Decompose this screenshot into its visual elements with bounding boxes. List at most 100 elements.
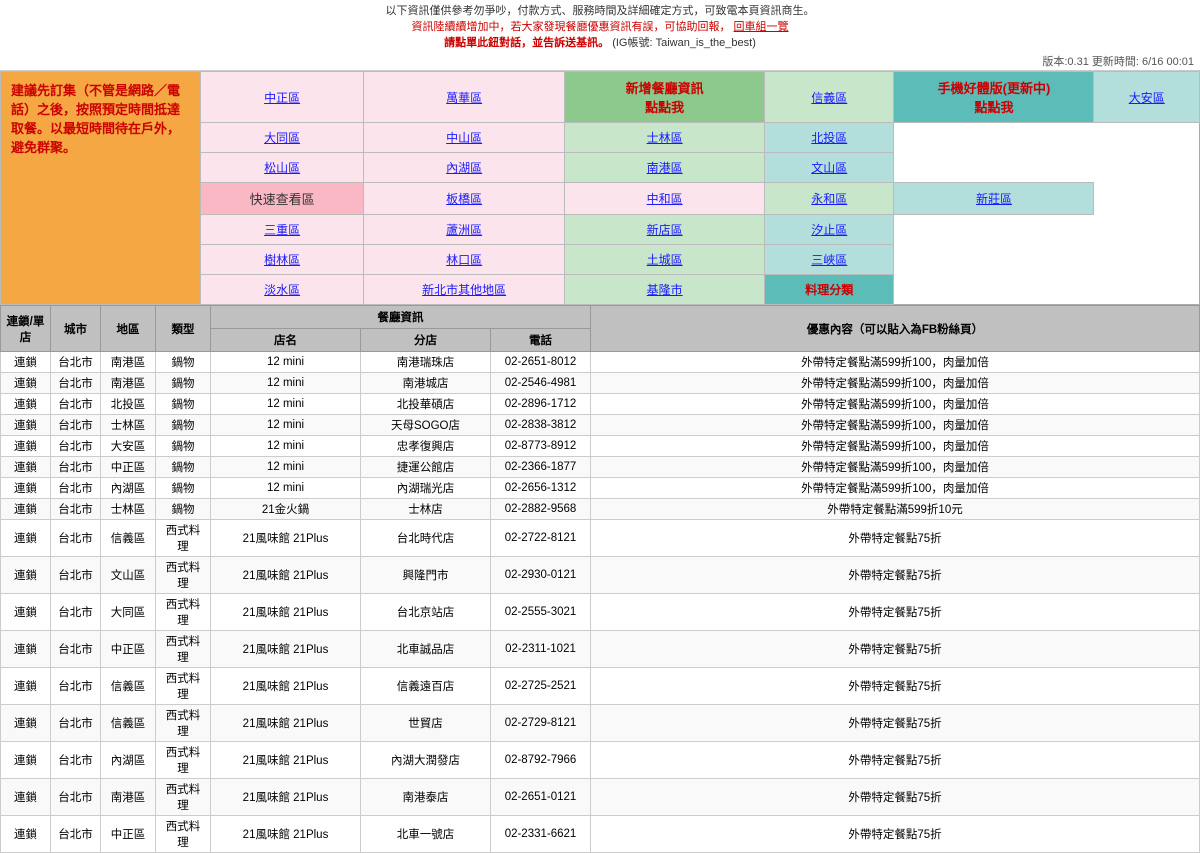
notice-highlight: 請點單此鈕對話，並告訴送基訊。 bbox=[444, 37, 609, 49]
table-cell-12-3: 西式料理 bbox=[156, 668, 211, 705]
table-cell-1-3: 鍋物 bbox=[156, 373, 211, 394]
table-row: 連鎖台北市信義區西式料理21風味館 21Plus台北時代店02-2722-812… bbox=[1, 520, 1200, 557]
nav-item-xinyi[interactable]: 信義區 bbox=[765, 72, 894, 123]
table-cell-16-1: 台北市 bbox=[51, 816, 101, 853]
table-cell-15-5: 南港泰店 bbox=[361, 779, 491, 816]
quick-area-label: 快速查看區 bbox=[201, 183, 364, 215]
header-restaurant-info: 餐廳資訊 bbox=[211, 306, 591, 329]
table-row: 連鎖台北市內湖區西式料理21風味館 21Plus內湖大潤發店02-8792-79… bbox=[1, 742, 1200, 779]
table-row: 連鎖台北市大同區西式料理21風味館 21Plus台北京站店02-2555-302… bbox=[1, 594, 1200, 631]
nav-item-cuisine[interactable]: 料理分類 bbox=[765, 275, 894, 305]
table-row: 連鎖台北市南港區鍋物12 mini南港城店02-2546-4981外帶特定餐點滿… bbox=[1, 373, 1200, 394]
version-bar: 版本:0.31 更新時間: 6/16 00:01 bbox=[0, 52, 1200, 71]
table-body: 連鎖台北市南港區鍋物12 mini南港瑞珠店02-2651-8012外帶特定餐點… bbox=[1, 352, 1200, 853]
nav-item-zhongshan[interactable]: 中山區 bbox=[364, 123, 565, 153]
table-cell-3-0: 連鎖 bbox=[1, 415, 51, 436]
nav-item-zhonghe[interactable]: 中和區 bbox=[565, 183, 765, 215]
table-cell-5-3: 鍋物 bbox=[156, 457, 211, 478]
table-cell-0-3: 鍋物 bbox=[156, 352, 211, 373]
table-cell-4-3: 鍋物 bbox=[156, 436, 211, 457]
nav-item-beitou[interactable]: 北投區 bbox=[765, 123, 894, 153]
table-row: 連鎖台北市士林區鍋物21金火鍋士林店02-2882-9568外帶特定餐點滿599… bbox=[1, 499, 1200, 520]
table-cell-16-0: 連鎖 bbox=[1, 816, 51, 853]
notice-line1: 以下資訊僅供參考勿爭吵，付款方式、服務時間及詳細確定方式，可致電本頁資訊商生。 bbox=[4, 2, 1196, 18]
nav-item-wanhua[interactable]: 萬華區 bbox=[364, 72, 565, 123]
nav-item-xinzhuang[interactable]: 新莊區 bbox=[894, 183, 1094, 215]
table-cell-16-3: 西式料理 bbox=[156, 816, 211, 853]
table-cell-13-1: 台北市 bbox=[51, 705, 101, 742]
table-cell-10-2: 大同區 bbox=[101, 594, 156, 631]
table-cell-10-1: 台北市 bbox=[51, 594, 101, 631]
nav-item-xinbei-other[interactable]: 新北市其他地區 bbox=[364, 275, 565, 305]
table-cell-13-5: 世貿店 bbox=[361, 705, 491, 742]
nav-header-col3[interactable]: 手機好體版(更新中)點點我 bbox=[894, 72, 1094, 123]
nav-item-xindian[interactable]: 新店區 bbox=[565, 215, 765, 245]
table-row: 連鎖台北市信義區西式料理21風味館 21Plus世貿店02-2729-8121外… bbox=[1, 705, 1200, 742]
table-cell-4-1: 台北市 bbox=[51, 436, 101, 457]
table-cell-8-2: 信義區 bbox=[101, 520, 156, 557]
table-row: 連鎖台北市信義區西式料理21風味館 21Plus信義遠百店02-2725-252… bbox=[1, 668, 1200, 705]
nav-item-wenshan[interactable]: 文山區 bbox=[765, 153, 894, 183]
table-cell-8-3: 西式料理 bbox=[156, 520, 211, 557]
notice-sub: (IG帳號: Taiwan_is_the_best) bbox=[612, 37, 756, 49]
nav-item-yonghe[interactable]: 永和區 bbox=[765, 183, 894, 215]
notice-line2-link[interactable]: 回車組一覽 bbox=[734, 21, 789, 33]
table-cell-1-5: 南港城店 bbox=[361, 373, 491, 394]
header-name: 店名 bbox=[211, 329, 361, 352]
table-cell-6-6: 02-2656-1312 bbox=[491, 478, 591, 499]
nav-header-col2[interactable]: 新增餐廳資訊點點我 bbox=[565, 72, 765, 123]
table-cell-12-5: 信義遠百店 bbox=[361, 668, 491, 705]
nav-item-danshui[interactable]: 淡水區 bbox=[201, 275, 364, 305]
table-cell-12-0: 連鎖 bbox=[1, 668, 51, 705]
nav-header-col1-text: 建議先訂集（不管是網路／電話）之後，按照預定時間抵達取餐。以最短時間待在戶外，避… bbox=[11, 83, 180, 155]
nav-item-banqiao[interactable]: 板橋區 bbox=[364, 183, 565, 215]
nav-item-sanxia[interactable]: 三峽區 bbox=[765, 245, 894, 275]
table-cell-14-6: 02-8792-7966 bbox=[491, 742, 591, 779]
table-cell-5-5: 捷運公館店 bbox=[361, 457, 491, 478]
table-cell-6-0: 連鎖 bbox=[1, 478, 51, 499]
nav-item-jilong[interactable]: 基隆市 bbox=[565, 275, 765, 305]
nav-item-shilin[interactable]: 士林區 bbox=[565, 123, 765, 153]
nav-item-luzhou[interactable]: 蘆洲區 bbox=[364, 215, 565, 245]
table-section: 連鎖/單店 城市 地區 類型 餐廳資訊 優惠內容（可以貼入為FB粉絲頁） 店名 … bbox=[0, 305, 1200, 853]
table-cell-11-1: 台北市 bbox=[51, 631, 101, 668]
nav-item-shulin[interactable]: 樹林區 bbox=[201, 245, 364, 275]
table-cell-7-3: 鍋物 bbox=[156, 499, 211, 520]
nav-item-datong[interactable]: 大同區 bbox=[201, 123, 364, 153]
table-cell-9-7: 外帶特定餐點75折 bbox=[591, 557, 1200, 594]
nav-item-xizhi[interactable]: 汐止區 bbox=[765, 215, 894, 245]
table-cell-1-7: 外帶特定餐點滿599折100，肉量加倍 bbox=[591, 373, 1200, 394]
nav-item-neihu[interactable]: 內湖區 bbox=[364, 153, 565, 183]
table-cell-0-2: 南港區 bbox=[101, 352, 156, 373]
table-cell-7-6: 02-2882-9568 bbox=[491, 499, 591, 520]
table-cell-12-7: 外帶特定餐點75折 bbox=[591, 668, 1200, 705]
nav-item-sanchong[interactable]: 三重區 bbox=[201, 215, 364, 245]
nav-item-zhongzheng[interactable]: 中正區 bbox=[201, 72, 364, 123]
header-type: 類型 bbox=[156, 306, 211, 352]
table-cell-11-4: 21風味館 21Plus bbox=[211, 631, 361, 668]
table-cell-2-0: 連鎖 bbox=[1, 394, 51, 415]
table-cell-2-6: 02-2896-1712 bbox=[491, 394, 591, 415]
table-row: 連鎖台北市文山區西式料理21風味館 21Plus興隆門市02-2930-0121… bbox=[1, 557, 1200, 594]
table-cell-12-6: 02-2725-2521 bbox=[491, 668, 591, 705]
table-cell-14-2: 內湖區 bbox=[101, 742, 156, 779]
table-cell-4-0: 連鎖 bbox=[1, 436, 51, 457]
nav-table: 建議先訂集（不管是網路／電話）之後，按照預定時間抵達取餐。以最短時間待在戶外，避… bbox=[0, 71, 1200, 305]
nav-item-linkou[interactable]: 林口區 bbox=[364, 245, 565, 275]
table-cell-3-4: 12 mini bbox=[211, 415, 361, 436]
table-cell-10-5: 台北京站店 bbox=[361, 594, 491, 631]
table-cell-16-7: 外帶特定餐點75折 bbox=[591, 816, 1200, 853]
nav-item-nangang[interactable]: 南港區 bbox=[565, 153, 765, 183]
table-cell-9-5: 興隆門市 bbox=[361, 557, 491, 594]
version-text: 版本:0.31 更新時間: 6/16 00:01 bbox=[1042, 56, 1194, 68]
table-cell-8-7: 外帶特定餐點75折 bbox=[591, 520, 1200, 557]
table-cell-16-6: 02-2331-6621 bbox=[491, 816, 591, 853]
table-cell-6-5: 內湖瑞光店 bbox=[361, 478, 491, 499]
table-cell-1-0: 連鎖 bbox=[1, 373, 51, 394]
table-cell-16-2: 中正區 bbox=[101, 816, 156, 853]
nav-item-daan[interactable]: 大安區 bbox=[1094, 72, 1200, 123]
nav-item-tucheng[interactable]: 土城區 bbox=[565, 245, 765, 275]
table-cell-4-6: 02-8773-8912 bbox=[491, 436, 591, 457]
header-phone: 電話 bbox=[491, 329, 591, 352]
nav-item-songshan[interactable]: 松山區 bbox=[201, 153, 364, 183]
